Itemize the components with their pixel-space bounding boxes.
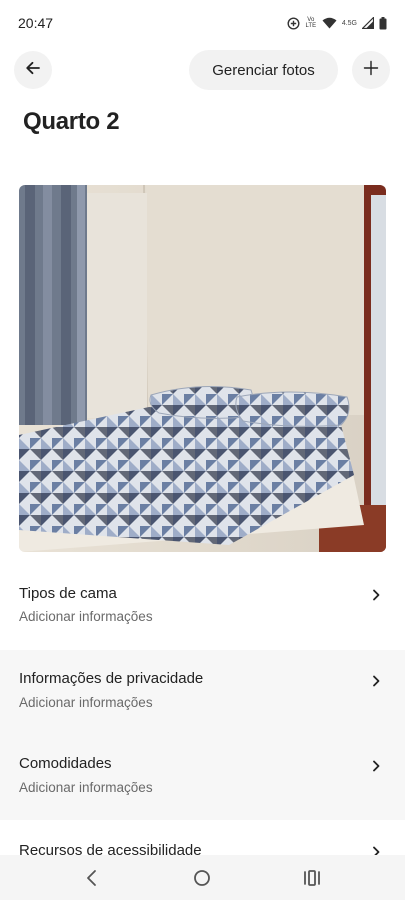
back-nav-icon[interactable]: [81, 867, 103, 889]
row-title: Tipos de cama: [19, 585, 117, 602]
recents-nav-icon[interactable]: [301, 867, 323, 889]
row-subtitle: Adicionar informações: [19, 695, 153, 710]
network-type-label: 4.5G: [341, 19, 357, 27]
battery-icon: [379, 16, 387, 30]
chevron-right-icon: [369, 674, 383, 688]
chevron-right-icon: [369, 759, 383, 773]
back-button[interactable]: [14, 51, 52, 89]
data-saver-icon: [287, 16, 300, 30]
row-title: Recursos de acessibilidade: [19, 842, 202, 855]
wifi-icon: [322, 17, 337, 29]
top-action-bar: Gerenciar fotos: [0, 50, 405, 90]
status-time: 20:47: [18, 15, 54, 31]
chevron-right-icon: [369, 588, 383, 602]
status-icons: Vo LTE 4.5G: [287, 16, 387, 30]
signal-icon: [362, 17, 374, 29]
chevron-right-icon: [369, 845, 383, 855]
arrow-left-icon: [25, 60, 41, 81]
room-photo[interactable]: [19, 185, 386, 552]
row-subtitle: Adicionar informações: [19, 609, 153, 624]
home-nav-icon[interactable]: [191, 867, 213, 889]
volte-icon: Vo LTE: [305, 17, 317, 29]
page-title: Quarto 2: [23, 108, 120, 135]
system-nav-bar: [0, 855, 405, 900]
manage-photos-button[interactable]: Gerenciar fotos: [189, 50, 338, 90]
accessibility-row[interactable]: Recursos de acessibilidade: [0, 820, 405, 855]
add-button[interactable]: [352, 51, 390, 89]
bed-photo: [19, 185, 386, 552]
status-bar: 20:47 Vo LTE 4.5G: [0, 0, 405, 46]
row-title: Informações de privacidade: [19, 670, 204, 687]
row-subtitle: Adicionar informações: [19, 780, 153, 795]
privacy-info-row[interactable]: Informações de privacidade Adicionar inf…: [0, 650, 405, 735]
plus-icon: [363, 60, 379, 81]
amenities-row[interactable]: Comodidades Adicionar informações: [0, 735, 405, 820]
bed-types-row[interactable]: Tipos de cama Adicionar informações: [0, 575, 405, 660]
row-title: Comodidades: [19, 755, 112, 772]
